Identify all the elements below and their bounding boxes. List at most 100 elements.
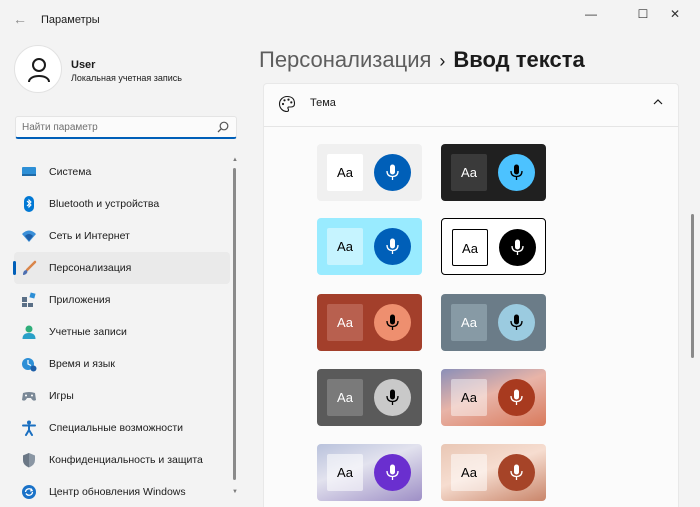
theme-card[interactable]: Aa — [441, 444, 546, 501]
sidebar-item-label: Центр обновления Windows — [49, 486, 186, 498]
theme-text-sample: Aa — [452, 229, 488, 266]
scroll-down-arrow-icon[interactable]: ▼ — [231, 488, 239, 496]
theme-text-sample: Aa — [451, 379, 487, 416]
search-input[interactable] — [22, 120, 202, 135]
content-scroll-thumb[interactable] — [691, 214, 694, 358]
theme-card[interactable]: Aa — [441, 294, 546, 351]
sidebar-item-network[interactable]: Сеть и Интернет — [14, 220, 230, 252]
theme-card[interactable]: Aa — [441, 369, 546, 426]
microphone-icon — [386, 238, 399, 254]
theme-card[interactable]: Aa — [441, 144, 546, 201]
search-icon[interactable] — [217, 121, 229, 133]
theme-text-sample: Aa — [327, 304, 363, 341]
scroll-up-arrow-icon[interactable]: ▲ — [231, 156, 239, 164]
theme-section-label: Тема — [310, 97, 336, 109]
microphone-icon — [510, 464, 523, 480]
theme-mic-badge — [499, 229, 536, 266]
theme-mic-badge — [498, 379, 535, 416]
sidebar-item-gaming[interactable]: Игры — [14, 380, 230, 412]
system-icon — [22, 167, 36, 176]
microphone-icon — [510, 389, 523, 405]
theme-text-sample: Aa — [327, 154, 363, 191]
theme-text-sample: Aa — [327, 379, 363, 416]
shield-icon — [23, 453, 35, 468]
sidebar-item-accounts[interactable]: Учетные записи — [14, 316, 230, 348]
theme-mic-badge — [374, 454, 411, 491]
sidebar-item-label: Игры — [49, 390, 74, 402]
sidebar-item-label: Приложения — [49, 294, 111, 306]
theme-card[interactable]: Aa — [317, 144, 422, 201]
sidebar-item-label: Конфиденциальность и защита — [49, 454, 203, 466]
theme-text-sample: Aa — [451, 154, 487, 191]
theme-section-header[interactable]: Тема — [263, 83, 679, 127]
brush-icon — [23, 260, 37, 275]
theme-card[interactable]: Aa — [317, 294, 422, 351]
microphone-icon — [386, 164, 399, 180]
microphone-icon — [386, 314, 399, 330]
content-scrollbar[interactable] — [688, 86, 696, 504]
wifi-icon — [22, 230, 36, 242]
breadcrumb-parent[interactable]: Персонализация — [259, 47, 431, 72]
sidebar-item-personalization[interactable]: Персонализация — [13, 252, 230, 284]
sidebar-scroll-thumb[interactable] — [233, 168, 236, 480]
sidebar-item-label: Bluetooth и устройства — [49, 198, 160, 210]
sidebar-item-label: Сеть и Интернет — [49, 230, 130, 242]
breadcrumb: Персонализация › Ввод текста — [259, 47, 585, 73]
palette-icon — [279, 95, 296, 113]
sidebar-scrollbar[interactable]: ▲ ▼ — [231, 156, 239, 502]
apps-icon — [22, 292, 36, 307]
theme-text-sample: Aa — [327, 454, 363, 491]
theme-card[interactable]: Aa — [317, 444, 422, 501]
title-bar: ← Параметры — ☐ ✕ — [0, 0, 700, 36]
theme-text-sample: Aa — [451, 304, 487, 341]
account-type: Локальная учетная запись — [71, 73, 182, 83]
theme-text-sample: Aa — [451, 454, 487, 491]
theme-mic-badge — [498, 304, 535, 341]
user-name: User — [71, 59, 96, 71]
theme-gallery: Aa Aa Aa Aa Aa Aa Aa Aa Aa Aa — [263, 127, 679, 507]
microphone-icon — [510, 314, 523, 330]
microphone-icon — [510, 164, 523, 180]
search-box[interactable] — [15, 116, 237, 139]
theme-mic-badge — [498, 454, 535, 491]
sidebar-item-accessibility[interactable]: Специальные возможности — [14, 412, 230, 444]
minimize-button[interactable]: — — [568, 4, 614, 24]
theme-text-sample: Aa — [327, 228, 363, 265]
sidebar-item-privacy[interactable]: Конфиденциальность и защита — [14, 444, 230, 476]
theme-mic-badge — [498, 154, 535, 191]
back-arrow-icon[interactable]: ← — [8, 8, 32, 30]
accessibility-icon — [22, 420, 36, 436]
accounts-icon — [22, 325, 36, 339]
app-title: Параметры — [41, 14, 100, 26]
sidebar-item-system[interactable]: Система — [14, 156, 230, 188]
person-icon — [28, 58, 50, 83]
sidebar-item-label: Специальные возможности — [49, 422, 184, 434]
time-language-icon — [22, 358, 37, 372]
theme-mic-badge — [374, 304, 411, 341]
microphone-icon — [511, 239, 524, 255]
page-title: Ввод текста — [453, 47, 585, 72]
close-button[interactable]: ✕ — [652, 4, 698, 24]
gamepad-icon — [22, 392, 36, 401]
theme-card[interactable]: Aa — [441, 218, 546, 275]
sidebar-item-label: Система — [49, 166, 92, 178]
sidebar-item-label: Время и язык — [49, 358, 115, 370]
theme-card[interactable]: Aa — [317, 369, 422, 426]
microphone-icon — [386, 389, 399, 405]
chevron-up-icon[interactable] — [652, 96, 664, 108]
update-icon — [22, 485, 36, 499]
theme-mic-badge — [374, 154, 411, 191]
sidebar-item-bluetooth[interactable]: Bluetooth и устройства — [14, 188, 230, 220]
breadcrumb-separator: › — [439, 51, 446, 71]
sidebar-item-apps[interactable]: Приложения — [14, 284, 230, 316]
theme-mic-badge — [374, 228, 411, 265]
sidebar-item-time-language[interactable]: Время и язык — [14, 348, 230, 380]
avatar[interactable] — [14, 45, 62, 93]
user-profile[interactable]: User Локальная учетная запись — [14, 43, 234, 99]
sidebar-nav: Система Bluetooth и устройства Сеть и Ин… — [13, 156, 230, 507]
sidebar-item-windows-update[interactable]: Центр обновления Windows — [14, 476, 230, 507]
theme-mic-badge — [374, 379, 411, 416]
theme-card[interactable]: Aa — [317, 218, 422, 275]
sidebar-item-label: Персонализация — [49, 262, 132, 274]
bluetooth-icon — [24, 196, 34, 212]
